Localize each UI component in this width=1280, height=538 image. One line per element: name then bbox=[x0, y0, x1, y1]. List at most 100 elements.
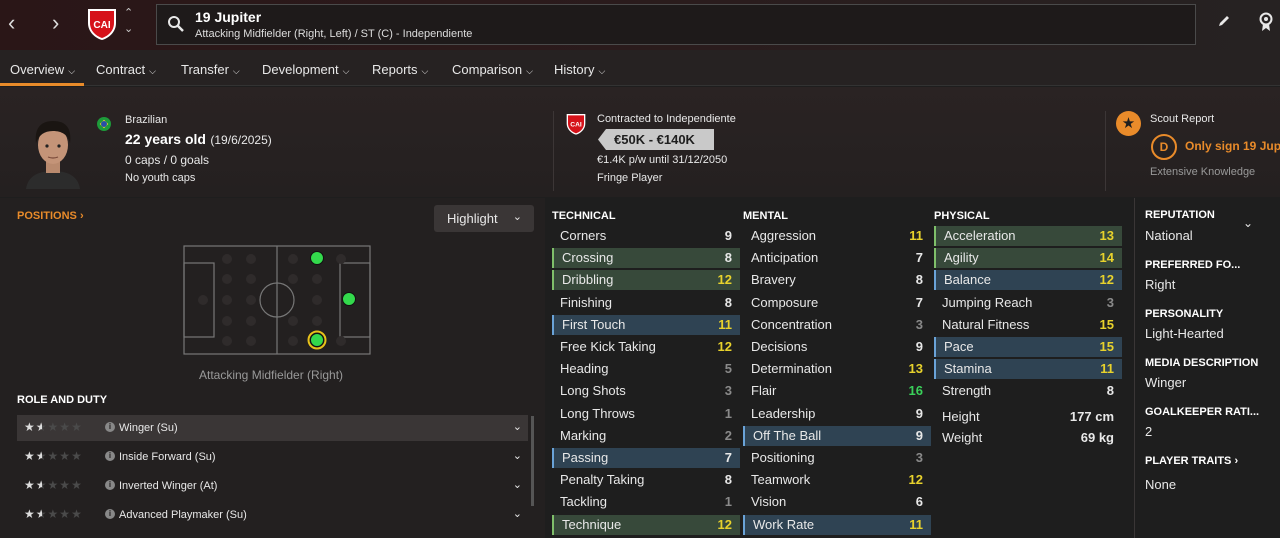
player-traits-title[interactable]: PLAYER TRAITS › bbox=[1145, 455, 1238, 467]
attribute-name: Long Shots bbox=[560, 383, 626, 399]
tab-label: Comparison bbox=[452, 62, 523, 77]
active-tab-indicator bbox=[0, 83, 84, 86]
attribute-row[interactable]: Acceleration 13 bbox=[934, 226, 1122, 246]
scout-recommendation[interactable]: Only sign 19 Jupiter bbox=[1185, 139, 1280, 153]
player-search-box[interactable]: 19 Jupiter Attacking Midfielder (Right, … bbox=[156, 4, 1196, 45]
tab-history[interactable]: History ⌵ bbox=[554, 62, 605, 77]
attribute-row[interactable]: Aggression 11 bbox=[743, 226, 931, 246]
back-arrow-icon[interactable]: ‹ bbox=[8, 10, 15, 36]
attribute-row[interactable]: Pace 15 bbox=[934, 337, 1122, 357]
attribute-row[interactable]: Tackling 1 bbox=[552, 492, 740, 512]
reputation-value: National bbox=[1145, 228, 1193, 243]
tab-development[interactable]: Development ⌵ bbox=[262, 62, 349, 77]
attribute-row[interactable]: Decisions 9 bbox=[743, 337, 931, 357]
attribute-value: 7 bbox=[724, 450, 732, 465]
attribute-row[interactable]: Stamina 11 bbox=[934, 359, 1122, 380]
scrollbar[interactable] bbox=[531, 416, 534, 506]
attribute-value: 9 bbox=[915, 405, 923, 421]
attribute-row[interactable]: Positioning 3 bbox=[743, 448, 931, 468]
chevron-down-icon[interactable]: ⌄ bbox=[513, 449, 522, 462]
star-icon: ★ bbox=[1116, 111, 1141, 136]
attribute-name: Bravery bbox=[751, 272, 796, 288]
attribute-row[interactable]: Finishing 8 bbox=[552, 293, 740, 313]
avatar[interactable] bbox=[22, 117, 84, 189]
attribute-row[interactable]: Balance 12 bbox=[934, 270, 1122, 291]
tab-contract[interactable]: Contract ⌵ bbox=[96, 62, 156, 77]
tab-comparison[interactable]: Comparison ⌵ bbox=[452, 62, 533, 77]
attribute-row[interactable]: First Touch 11 bbox=[552, 314, 740, 335]
role-and-duty-title: ROLE AND DUTY bbox=[17, 394, 108, 406]
scout-knowledge: Extensive Knowledge bbox=[1150, 166, 1256, 178]
attribute-row[interactable]: Determination 13 bbox=[743, 359, 931, 379]
tab-transfer[interactable]: Transfer ⌵ bbox=[181, 62, 240, 77]
attribute-row[interactable]: Composure 7 bbox=[743, 293, 931, 313]
info-icon[interactable]: i bbox=[105, 480, 115, 490]
position-dot-amr[interactable] bbox=[310, 333, 324, 347]
attribute-row[interactable]: Marking 2 bbox=[552, 426, 740, 446]
attribute-row[interactable]: Vision 6 bbox=[743, 492, 931, 512]
tab-overview[interactable]: Overview ⌵ bbox=[10, 62, 75, 77]
attribute-row[interactable]: Work Rate 11 bbox=[743, 514, 931, 535]
attribute-row[interactable]: Dribbling 12 bbox=[552, 270, 740, 291]
role-row[interactable]: ★★★★★ i Winger (Su) ⌄ bbox=[17, 415, 528, 441]
chevron-down-icon[interactable]: ⌄ bbox=[513, 478, 522, 491]
attribute-row[interactable]: Concentration 3 bbox=[743, 315, 931, 335]
role-row[interactable]: ★★★★★ i Inside Forward (Su) ⌄ bbox=[17, 444, 528, 470]
attribute-row[interactable]: Natural Fitness 15 bbox=[934, 315, 1122, 335]
attribute-row[interactable]: Flair 16 bbox=[743, 381, 931, 401]
attribute-row[interactable]: Penalty Taking 8 bbox=[552, 470, 740, 490]
attribute-row[interactable]: Long Throws 1 bbox=[552, 404, 740, 424]
highlight-label: Highlight bbox=[447, 211, 498, 226]
transfer-value-badge[interactable]: €50K - €140K bbox=[598, 129, 714, 150]
attribute-row[interactable]: Passing 7 bbox=[552, 448, 740, 468]
contract-title: Contracted to Independiente bbox=[597, 113, 736, 125]
award-icon[interactable] bbox=[1258, 12, 1274, 32]
attribute-row[interactable]: Leadership 9 bbox=[743, 404, 931, 424]
positions-title[interactable]: POSITIONS › bbox=[17, 210, 84, 222]
chevron-down-icon[interactable]: ⌄ bbox=[1243, 216, 1253, 230]
role-row[interactable]: ★★★★★ i Advanced Playmaker (Su) ⌄ bbox=[17, 502, 528, 528]
club-badge-icon[interactable]: CAI bbox=[564, 111, 588, 137]
attribute-row[interactable]: Agility 14 bbox=[934, 248, 1122, 269]
physical-title: PHYSICAL bbox=[934, 210, 990, 222]
attribute-row[interactable]: Teamwork 12 bbox=[743, 470, 931, 490]
squad-status: Fringe Player bbox=[597, 172, 663, 184]
info-icon[interactable]: i bbox=[105, 509, 115, 519]
forward-arrow-icon[interactable]: › bbox=[52, 10, 59, 36]
search-icon[interactable] bbox=[167, 15, 185, 33]
chevron-up-icon[interactable]: ⌃ bbox=[124, 6, 133, 19]
club-badge-icon[interactable]: CAI bbox=[84, 6, 120, 42]
attribute-value: 8 bbox=[915, 272, 923, 288]
attribute-row[interactable]: Heading 5 bbox=[552, 359, 740, 379]
attribute-row[interactable]: Strength 8 bbox=[934, 381, 1122, 401]
attribute-row[interactable]: Technique 12 bbox=[552, 514, 740, 535]
attribute-value: 13 bbox=[1099, 228, 1114, 243]
attribute-name: Strength bbox=[942, 383, 992, 399]
tab-label: Overview bbox=[10, 62, 65, 77]
attribute-row[interactable]: Off The Ball 9 bbox=[743, 425, 931, 446]
attribute-row[interactable]: Free Kick Taking 12 bbox=[552, 337, 740, 357]
chevron-down-icon[interactable]: ⌄ bbox=[513, 420, 522, 433]
attribute-value: 3 bbox=[915, 450, 923, 465]
info-icon[interactable]: i bbox=[105, 451, 115, 461]
tab-reports[interactable]: Reports ⌵ bbox=[372, 62, 428, 77]
edit-pencil-icon[interactable] bbox=[1217, 14, 1231, 28]
chevron-down-icon[interactable]: ⌄ bbox=[124, 22, 133, 35]
attribute-row[interactable]: Crossing 8 bbox=[552, 248, 740, 269]
attribute-value: 7 bbox=[915, 250, 923, 266]
chevron-right-icon: › bbox=[1234, 455, 1239, 467]
attribute-row[interactable]: Corners 9 bbox=[552, 226, 740, 246]
attribute-row[interactable]: Long Shots 3 bbox=[552, 381, 740, 401]
attribute-row[interactable]: Jumping Reach 3 bbox=[934, 293, 1122, 313]
position-dot-st bbox=[342, 292, 356, 306]
info-icon[interactable]: i bbox=[105, 422, 115, 432]
attribute-row[interactable]: Anticipation 7 bbox=[743, 248, 931, 268]
role-row[interactable]: ★★★★★ i Inverted Winger (At) ⌄ bbox=[17, 473, 528, 499]
chevron-down-icon[interactable]: ⌄ bbox=[513, 507, 522, 520]
attribute-row[interactable]: Bravery 8 bbox=[743, 270, 931, 290]
attribute-name: Long Throws bbox=[560, 405, 635, 421]
attribute-name: Technique bbox=[562, 516, 622, 532]
chevron-down-icon: ⌵ bbox=[526, 66, 533, 76]
highlight-dropdown[interactable]: Highlight ⌄ bbox=[434, 205, 534, 232]
scout-title: Scout Report bbox=[1150, 113, 1215, 125]
